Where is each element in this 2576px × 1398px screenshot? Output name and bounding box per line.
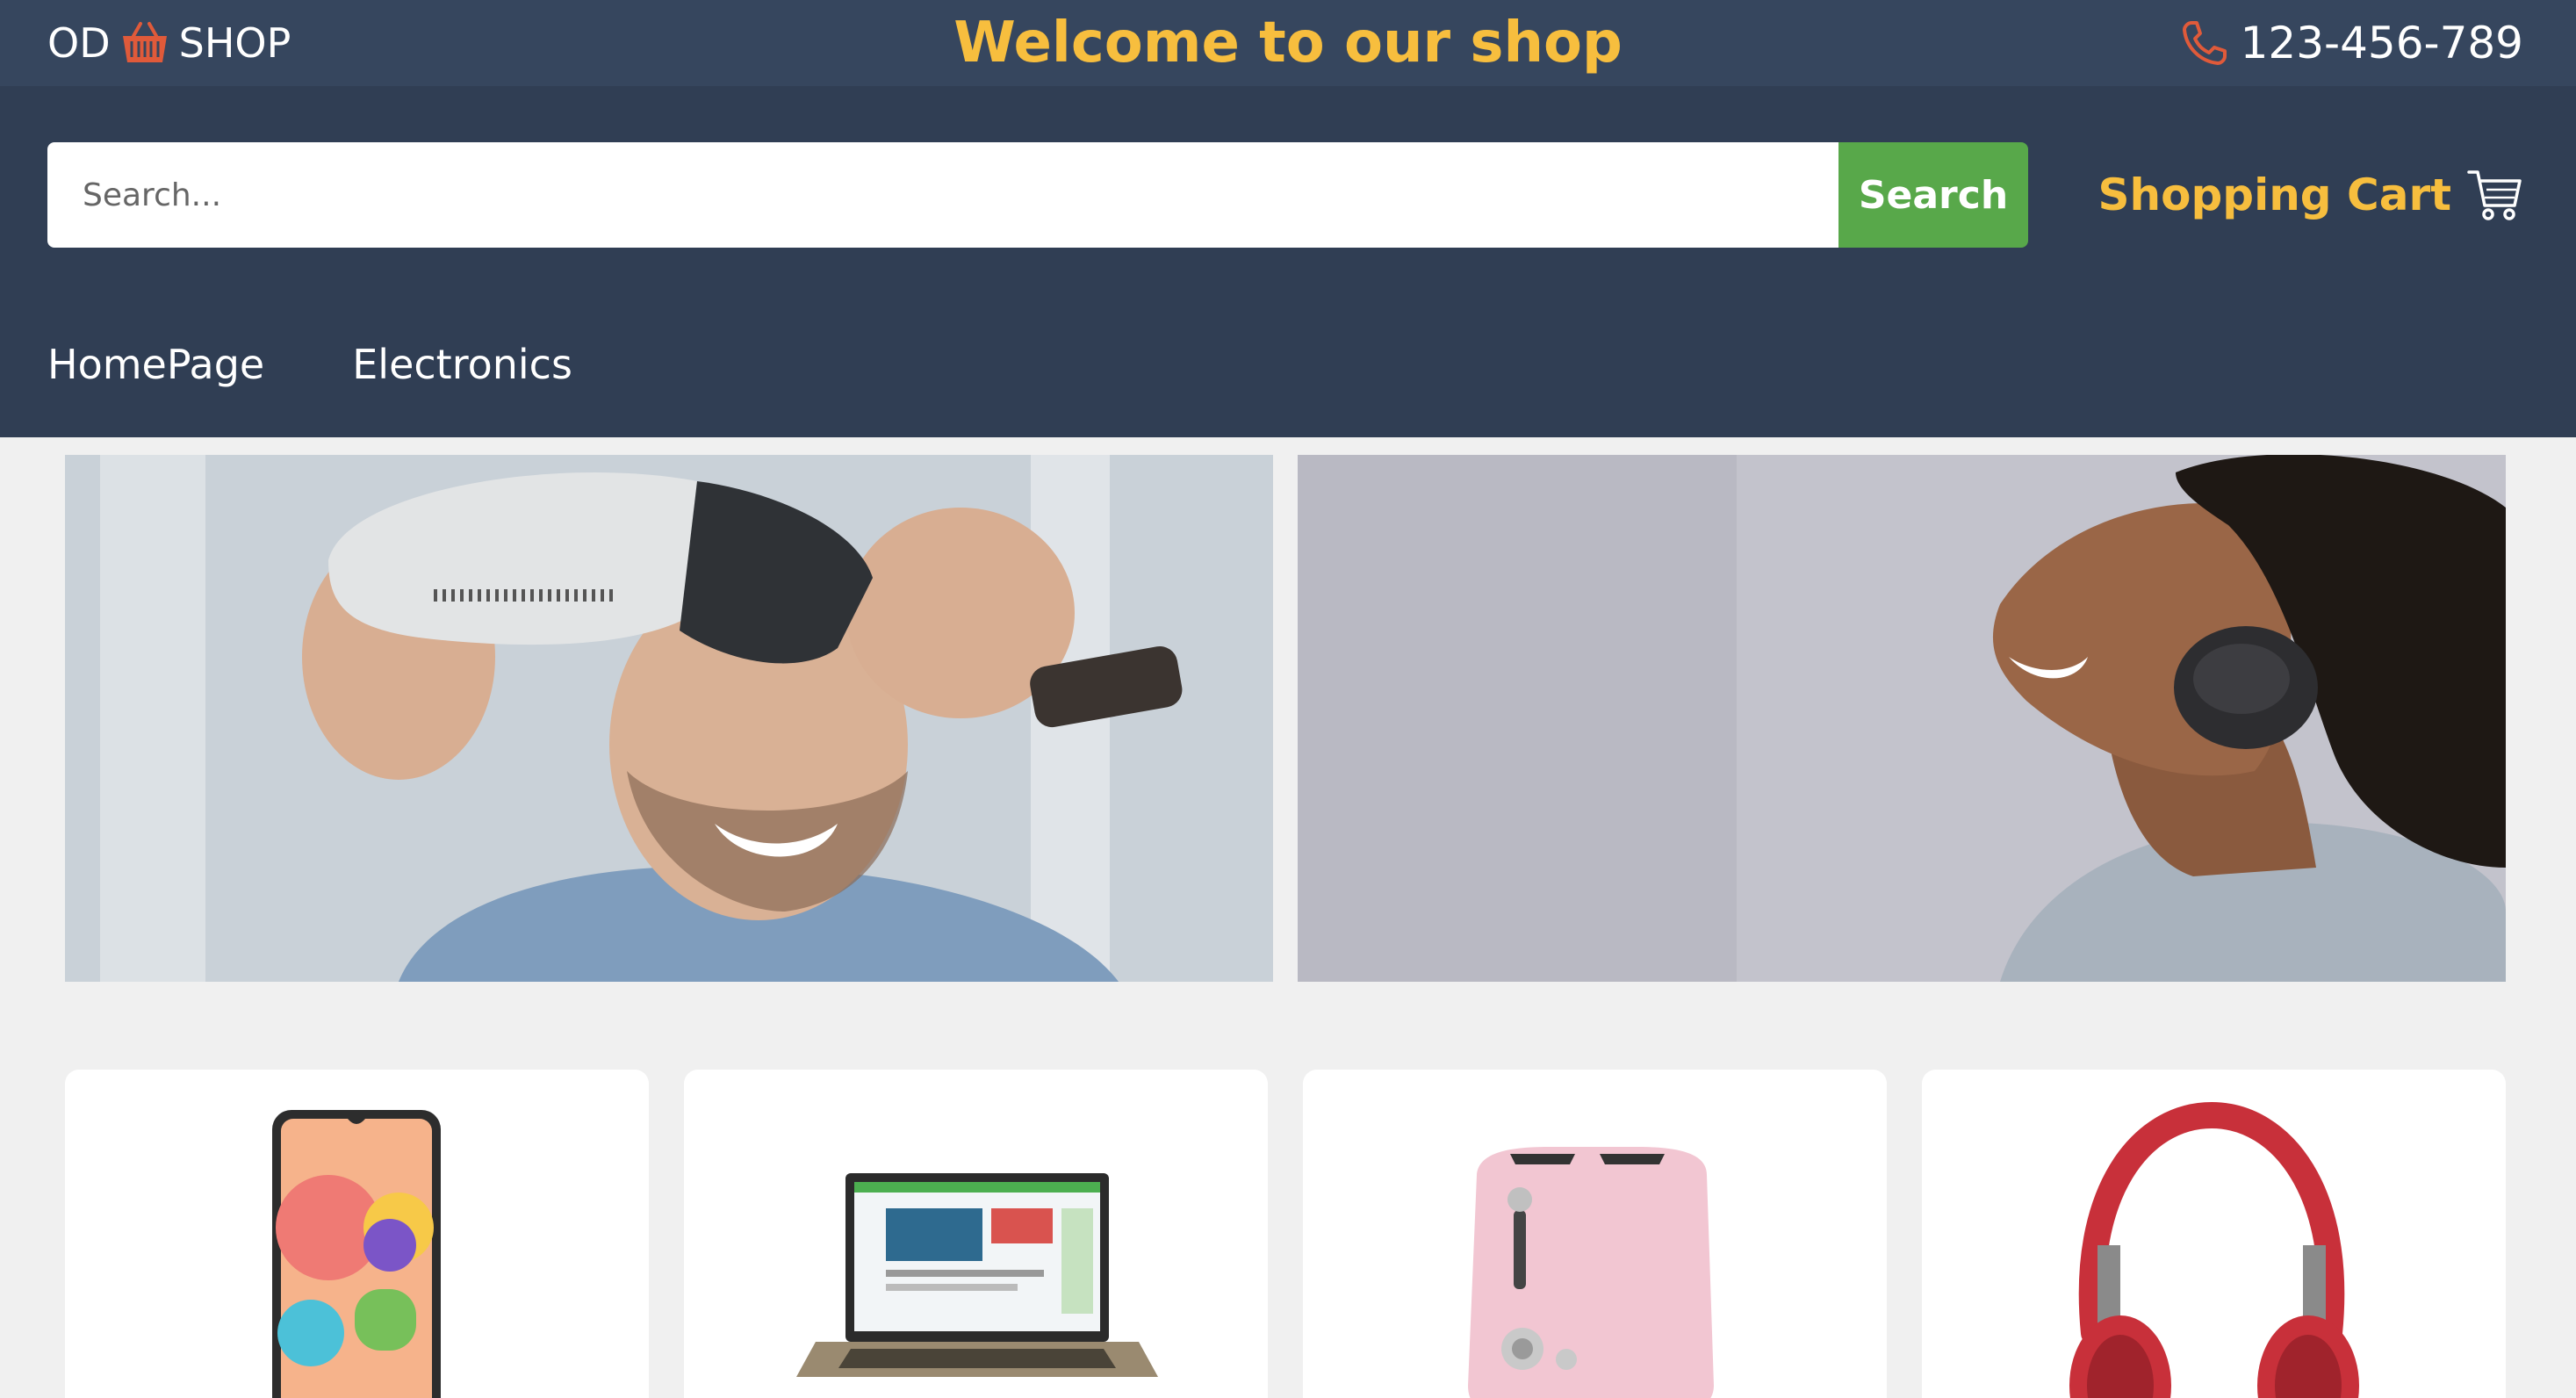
search-input[interactable] — [47, 142, 1838, 248]
shopping-cart-label: Shopping Cart — [2097, 169, 2451, 220]
product-grid — [65, 1070, 2506, 1398]
cart-icon — [2467, 167, 2523, 223]
phone-number: 123-456-789 — [2240, 18, 2523, 68]
shopping-cart-link[interactable]: Shopping Cart — [2098, 142, 2523, 248]
banner-headphones[interactable] — [1298, 455, 2506, 982]
search-bar: Search — [47, 142, 2028, 248]
header: Search Shopping Cart HomePage Electronic… — [0, 86, 2576, 437]
phone-contact[interactable]: 123-456-789 — [2179, 0, 2523, 86]
product-card-headphones[interactable] — [1922, 1070, 2506, 1398]
product-card-smartphone[interactable] — [65, 1070, 649, 1398]
logo[interactable]: OD SHOP — [47, 0, 291, 86]
nav-item-homepage[interactable]: HomePage — [47, 341, 264, 393]
smartphone-image — [272, 1110, 441, 1398]
product-card-toaster[interactable] — [1303, 1070, 1887, 1398]
basket-icon — [119, 20, 170, 66]
banner-headphones-image — [1298, 455, 2506, 982]
search-button[interactable]: Search — [1838, 142, 2028, 248]
banner-vr[interactable] — [65, 455, 1273, 982]
red-headphones-image — [2069, 1101, 2359, 1398]
phone-icon — [2179, 18, 2230, 68]
toaster-image — [1468, 1147, 1714, 1398]
logo-text-shop: SHOP — [178, 19, 291, 67]
top-bar: OD SHOP Welcome to our shop 123-456-789 — [0, 0, 2576, 86]
product-card-laptop[interactable] — [684, 1070, 1268, 1398]
nav-item-electronics[interactable]: Electronics — [352, 341, 572, 393]
main-nav: HomePage Electronics — [47, 341, 572, 393]
logo-text-od: OD — [47, 19, 111, 67]
laptop-image — [796, 1173, 1158, 1377]
banner-vr-image — [65, 455, 1273, 982]
